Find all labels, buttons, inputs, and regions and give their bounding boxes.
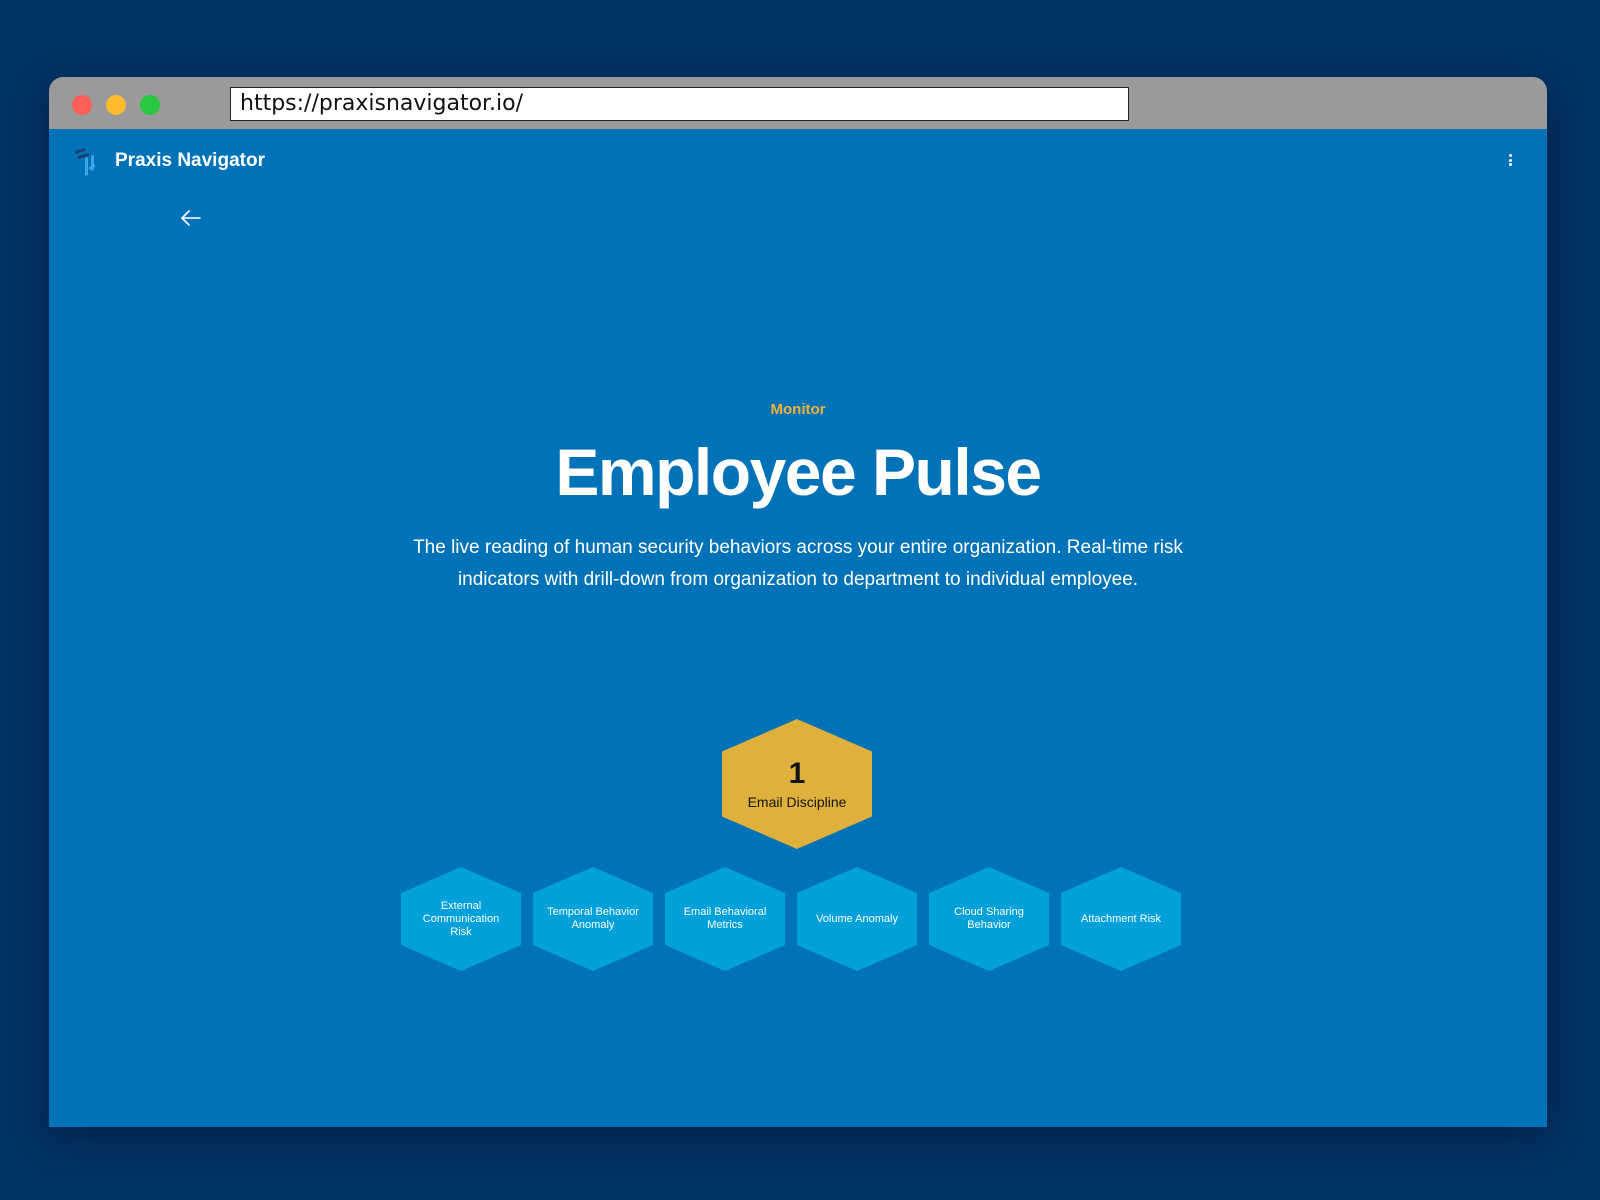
- browser-titlebar: https://praxisnavigator.io/: [49, 77, 1547, 129]
- indicator-label: Email Behavioral Metrics: [683, 906, 767, 931]
- indicator-label: Volume Anomaly: [816, 912, 898, 925]
- indicator-label: Attachment Risk: [1080, 912, 1162, 925]
- minimize-window-button[interactable]: [106, 95, 126, 115]
- indicator-hex-email-behavioral-metrics[interactable]: Email Behavioral Metrics: [665, 867, 785, 971]
- pillar-label: Email Discipline: [747, 794, 847, 810]
- section-eyebrow: Monitor: [770, 401, 826, 418]
- indicator-label: Temporal Behavior Anomaly: [547, 906, 639, 931]
- indicator-hex-attachment-risk[interactable]: Attachment Risk: [1061, 867, 1181, 971]
- arrow-left-icon[interactable]: [179, 206, 203, 230]
- kebab-menu-icon[interactable]: [1505, 154, 1515, 166]
- close-window-button[interactable]: [72, 95, 92, 115]
- indicator-label: External Communication Risk: [422, 899, 500, 938]
- pillar-hex-email-discipline[interactable]: 1 Email Discipline: [722, 719, 872, 849]
- indicator-hex-volume-anomaly[interactable]: Volume Anomaly: [797, 867, 917, 971]
- brand-link[interactable]: Praxis Navigator: [73, 143, 265, 179]
- url-bar[interactable]: https://praxisnavigator.io/: [230, 87, 1129, 121]
- page-content: Praxis Navigator Monitor Employee Pulse …: [49, 129, 1547, 1127]
- brand-name: Praxis Navigator: [115, 150, 265, 171]
- page-title: Employee Pulse: [555, 435, 1042, 509]
- indicator-hex-cloud-sharing-behavior[interactable]: Cloud Sharing Behavior: [929, 867, 1049, 971]
- indicator-hex-external-communication-risk[interactable]: External Communication Risk: [401, 867, 521, 971]
- browser-window: https://praxisnavigator.io/ Praxis Navig…: [49, 77, 1547, 1127]
- indicator-label: Cloud Sharing Behavior: [954, 906, 1024, 931]
- indicator-hex-temporal-behavior-anomaly[interactable]: Temporal Behavior Anomaly: [533, 867, 653, 971]
- praxis-logo-icon: [75, 148, 95, 176]
- pillar-number: 1: [788, 757, 806, 790]
- maximize-window-button[interactable]: [140, 95, 160, 115]
- page-description: The live reading of human security behav…: [413, 537, 1183, 590]
